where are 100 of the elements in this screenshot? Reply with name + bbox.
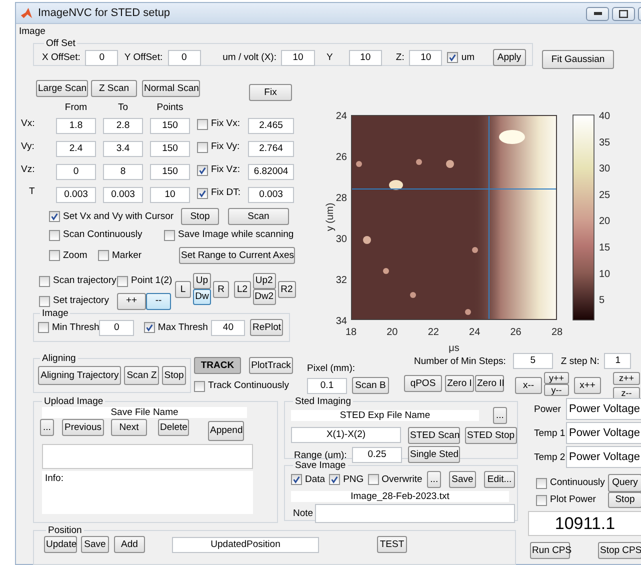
navigation-button[interactable]: Next xyxy=(111,419,147,436)
maximize-button[interactable] xyxy=(612,6,635,20)
navigation-button[interactable]: Previous xyxy=(62,419,104,436)
checkbox[interactable]: PNG xyxy=(329,474,364,486)
stop-button[interactable]: Stop xyxy=(181,208,219,225)
single-sted-button[interactable]: Single Sted xyxy=(408,446,460,463)
input-field[interactable]: Power Voltage xyxy=(566,422,641,444)
checkbox[interactable]: Data xyxy=(291,474,326,486)
append-button[interactable]: Append xyxy=(208,421,244,441)
checkbox[interactable]: Fix DT: xyxy=(197,187,241,199)
track-button[interactable]: TRACK xyxy=(194,357,241,374)
checkbox[interactable]: Overwrite xyxy=(368,474,422,486)
checkbox[interactable]: Plot Power xyxy=(536,494,596,506)
scan-mode-button[interactable]: Normal Scan xyxy=(142,80,200,97)
edit-button[interactable]: Edit... xyxy=(484,471,515,488)
input-field[interactable]: 0.1 xyxy=(307,378,347,394)
input-field[interactable]: 40 xyxy=(210,320,246,336)
left-button[interactable]: L xyxy=(175,281,191,298)
fit-gaussian-button[interactable]: Fit Gaussian xyxy=(542,50,614,69)
plot-track-button[interactable]: PlotTrack xyxy=(249,357,293,374)
position-button[interactable]: Save xyxy=(81,536,109,553)
checkbox[interactable]: Continuously xyxy=(536,477,605,489)
test-button[interactable]: TEST xyxy=(377,536,407,553)
input-field[interactable]: 2.4 xyxy=(56,141,96,157)
input-field[interactable]: 10 xyxy=(409,50,442,66)
apply-button[interactable]: Apply xyxy=(492,49,526,66)
input-field[interactable]: 3.4 xyxy=(103,141,143,157)
checkbox[interactable]: Zoom xyxy=(49,250,98,262)
input-field[interactable]: 6.82004 xyxy=(248,164,294,180)
scan-mode-button[interactable]: Z Scan xyxy=(91,80,137,97)
fix-button[interactable]: Fix xyxy=(249,84,292,101)
query-button[interactable]: Query xyxy=(608,474,641,492)
checkbox[interactable]: Point 1(2) xyxy=(117,275,172,287)
right-button[interactable]: R xyxy=(213,281,229,298)
aligning-button[interactable]: Scan Z xyxy=(124,366,160,385)
checkbox[interactable]: Save Image while scanning xyxy=(164,229,294,241)
increase-button[interactable]: ++ xyxy=(117,292,146,310)
input-field[interactable]: 0 xyxy=(168,50,201,66)
scan-button[interactable]: Scan xyxy=(228,208,289,225)
input-field[interactable]: 5 xyxy=(512,353,553,369)
input-field[interactable]: 10 xyxy=(348,50,382,66)
run-cps-button[interactable]: Run CPS xyxy=(530,542,570,559)
input-field[interactable]: 2.8 xyxy=(103,118,143,134)
position-button[interactable]: Add xyxy=(114,536,145,553)
x-plus-button[interactable]: x++ xyxy=(574,377,601,394)
input-field[interactable]: 150 xyxy=(150,118,190,134)
x-minus-button[interactable]: x-- xyxy=(515,377,542,394)
checkbox[interactable]: Marker xyxy=(98,250,179,262)
input-field[interactable]: 0.003 xyxy=(56,187,96,203)
sted-scan-button[interactable]: STED Scan xyxy=(408,427,460,444)
note-field[interactable] xyxy=(314,504,515,523)
checkbox[interactable]: Max Thresh xyxy=(144,322,208,334)
sted-stop-button[interactable]: STED Stop xyxy=(465,427,517,444)
down-button[interactable]: Dw2 xyxy=(252,289,276,305)
input-field[interactable]: 8 xyxy=(103,164,143,180)
stop-button[interactable]: Stop xyxy=(608,492,641,508)
right-button[interactable]: R2 xyxy=(278,281,296,298)
browse-button[interactable]: ... xyxy=(427,471,441,488)
input-field[interactable]: 0 xyxy=(85,50,118,66)
input-field[interactable]: 1.8 xyxy=(56,118,96,134)
checkbox[interactable]: Set trajectory xyxy=(39,295,117,307)
up-button[interactable]: Up xyxy=(193,273,211,289)
browse-button[interactable]: ... xyxy=(493,407,507,424)
input-field[interactable]: Power Voltage xyxy=(566,446,641,468)
y-minus-button[interactable]: y-- xyxy=(544,384,569,396)
y-plus-button[interactable]: y++ xyxy=(544,372,569,384)
position-button[interactable]: Zero I xyxy=(445,375,474,392)
navigation-button[interactable]: Delete xyxy=(158,419,189,436)
decrease-button[interactable]: -- xyxy=(146,292,171,310)
aligning-button[interactable]: Aligning Trajectory xyxy=(38,366,122,385)
position-button[interactable]: Update xyxy=(44,536,77,553)
input-field[interactable]: 150 xyxy=(150,164,190,180)
scan-b-button[interactable]: Scan B xyxy=(352,377,389,394)
scan-mode-button[interactable]: Large Scan xyxy=(36,80,88,97)
checkbox[interactable]: Fix Vy: xyxy=(197,141,241,153)
browse-button[interactable]: ... xyxy=(40,419,54,436)
set-range-button[interactable]: Set Range to Current Axes xyxy=(179,247,295,264)
checkbox[interactable]: Fix Vz: xyxy=(197,164,241,176)
input-field[interactable]: 150 xyxy=(150,141,190,157)
input-field[interactable]: 2.465 xyxy=(248,118,294,134)
checkbox[interactable]: Scan Continuously xyxy=(49,229,164,241)
input-field[interactable]: 10 xyxy=(281,50,315,66)
save-button[interactable]: Save xyxy=(448,471,476,488)
input-field[interactable]: 1 xyxy=(604,353,632,369)
checkbox[interactable]: Min Thresh xyxy=(38,322,100,334)
input-field[interactable]: 0.25 xyxy=(352,447,402,463)
replot-button[interactable]: RePlot xyxy=(250,319,283,336)
checkbox[interactable]: um xyxy=(447,52,475,64)
checkbox[interactable]: Set Vx and Vy with Cursor xyxy=(49,210,181,222)
input-field[interactable]: 2.764 xyxy=(248,141,294,157)
z-plus-button[interactable]: z++ xyxy=(613,372,640,385)
minimize-button[interactable] xyxy=(586,6,609,20)
stop-cps-button[interactable]: Stop CPS xyxy=(598,542,641,559)
position-button[interactable]: Zero II xyxy=(475,375,504,392)
input-field[interactable]: 0 xyxy=(56,164,96,180)
input-field[interactable]: 0.003 xyxy=(248,187,294,203)
input-field[interactable]: X(1)-X(2) xyxy=(291,427,401,443)
input-field[interactable]: 0.003 xyxy=(103,187,143,203)
up-button[interactable]: Up2 xyxy=(252,273,276,289)
input-field[interactable]: UpdatedPosition xyxy=(172,536,319,552)
